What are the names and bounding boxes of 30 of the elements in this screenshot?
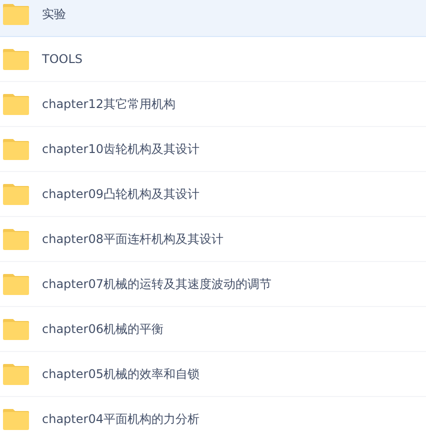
folder-icon [3,138,29,160]
folder-name: chapter10齿轮机构及其设计 [42,140,200,158]
folder-row[interactable]: 实验 [0,0,426,37]
folder-icon [3,274,29,294]
folder-row[interactable]: chapter04平面机构的力分析 [0,397,426,433]
folder-name: chapter06机械的平衡 [42,320,164,338]
folder-row[interactable]: chapter05机械的效率和自锁 [0,352,426,397]
folder-icon [3,318,29,340]
folder-icon [3,48,29,70]
folder-name: chapter07机械的运转及其速度波动的调节 [42,276,272,292]
folder-row[interactable]: chapter12其它常用机构 [0,82,426,127]
folder-icon [3,408,29,430]
folder-name: 实验 [42,6,66,22]
folder-name: chapter09凸轮机构及其设计 [42,186,200,202]
folder-name: chapter05机械的效率和自锁 [42,366,200,382]
folder-name: chapter04平面机构的力分析 [42,410,200,428]
folder-name: TOOLS [42,52,83,66]
folder-row[interactable]: chapter06机械的平衡 [0,307,426,352]
folder-name: chapter08平面连杆机构及其设计 [42,230,224,248]
folder-icon [3,364,29,384]
folder-icon [3,4,29,24]
folder-row[interactable]: chapter10齿轮机构及其设计 [0,127,426,172]
folder-row[interactable]: chapter08平面连杆机构及其设计 [0,217,426,262]
folder-name: chapter12其它常用机构 [42,96,176,112]
folder-row[interactable]: chapter07机械的运转及其速度波动的调节 [0,262,426,307]
folder-row[interactable]: TOOLS [0,37,426,82]
folder-icon [3,184,29,204]
folder-icon [3,94,29,114]
folder-row[interactable]: chapter09凸轮机构及其设计 [0,172,426,217]
folder-icon [3,228,29,250]
